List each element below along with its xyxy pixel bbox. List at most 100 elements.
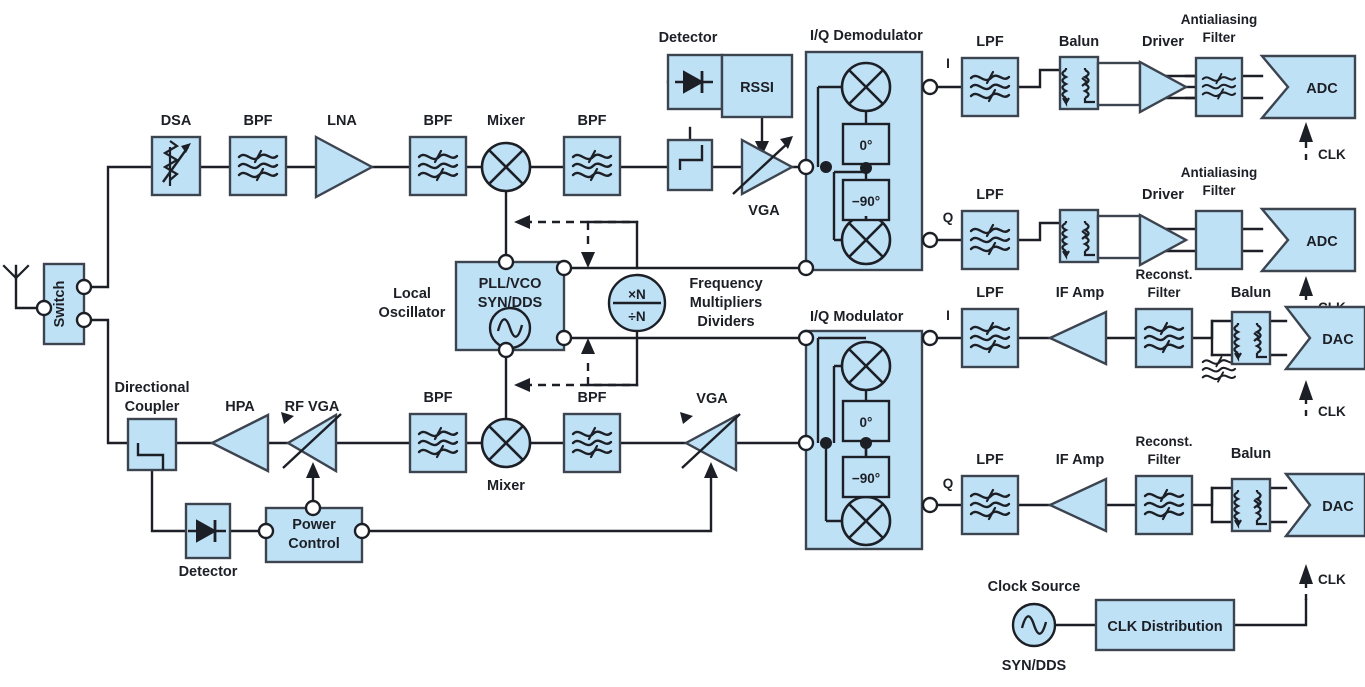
block-frequency-multiplier[interactable]: ×N ÷N xyxy=(607,273,667,333)
iq-modulator-label: I/Q Modulator xyxy=(810,309,904,325)
block-clock-source[interactable] xyxy=(1011,602,1057,648)
block-if-amp-q[interactable] xyxy=(1047,477,1108,533)
if-amp-i-label: IF Amp xyxy=(1056,285,1105,301)
block-dsa[interactable] xyxy=(150,135,202,197)
detector-tx-label: Detector xyxy=(179,564,238,580)
demod-lo-port xyxy=(797,259,815,277)
phase-0-label: 0° xyxy=(860,138,873,153)
block-if-amp-i[interactable] xyxy=(1047,310,1108,366)
pll-vco-label: PLL/VCO xyxy=(479,276,542,292)
detector-rx-label: Detector xyxy=(659,30,718,46)
lo-port-tx xyxy=(555,329,573,347)
block-adc-q[interactable]: ADC xyxy=(1259,207,1357,273)
block-rssi[interactable]: RSSI xyxy=(720,53,794,119)
block-detector-tx[interactable] xyxy=(184,502,232,560)
mod-i-port xyxy=(921,329,939,347)
block-pll-vco[interactable]: PLL/VCO SYN/DDS xyxy=(454,260,566,352)
block-mixer-rx[interactable] xyxy=(480,141,532,193)
block-dac-i[interactable]: DAC xyxy=(1283,305,1365,371)
reconst-q-label-1: Reconst. xyxy=(1135,434,1192,449)
driver-q-label: Driver xyxy=(1142,187,1184,203)
multiplier-times-n-label: ×N xyxy=(628,287,646,302)
reconst-i-label-2: Filter xyxy=(1147,285,1181,300)
reconst-q-label-2: Filter xyxy=(1147,452,1181,467)
block-clk-distribution[interactable]: CLK Distribution xyxy=(1094,598,1236,652)
rssi-label: RSSI xyxy=(740,80,774,96)
demod-rf-port xyxy=(797,158,815,176)
lpf-tx-i-label: LPF xyxy=(976,285,1004,301)
clock-source-label: Clock Source xyxy=(988,579,1081,595)
bpf-tx2-label: BPF xyxy=(578,390,607,406)
demod-q-port xyxy=(921,231,939,249)
demod-port-i-label: I xyxy=(946,56,950,71)
block-bpf-tx1[interactable] xyxy=(408,412,468,474)
dac-q-label: DAC xyxy=(1322,499,1354,515)
block-rx-coupler[interactable] xyxy=(666,138,714,192)
block-balun-rx-i[interactable] xyxy=(1058,55,1142,111)
block-lna[interactable] xyxy=(314,134,375,200)
switch-port-tx xyxy=(75,311,93,329)
lo-port-bottom xyxy=(497,341,515,359)
demod-phase-node xyxy=(860,162,872,174)
block-lpf-tx-i[interactable] xyxy=(960,307,1020,369)
diagram-canvas: Switch DSA BPF LNA BPF Mixer BPF Detecto… xyxy=(2,12,1365,674)
clk-dac-i-label: CLK xyxy=(1318,404,1346,419)
mixer-q-icon xyxy=(840,495,892,547)
block-lpf-tx-q[interactable] xyxy=(960,474,1020,536)
mod-lo-node xyxy=(820,437,832,449)
demod-lo-node xyxy=(820,161,832,173)
power-control-in-port xyxy=(257,522,275,540)
block-driver-i[interactable] xyxy=(1138,59,1189,115)
block-balun-tx-i[interactable] xyxy=(1230,310,1272,366)
block-directional-coupler[interactable] xyxy=(126,417,178,472)
mixer-i-icon xyxy=(840,61,892,113)
power-control-label-1: Power xyxy=(292,517,336,533)
block-driver-q[interactable] xyxy=(1138,212,1189,268)
iq-demodulator-label: I/Q Demodulator xyxy=(810,28,923,44)
block-reconst-filter-i[interactable] xyxy=(1134,307,1194,369)
switch-port-common xyxy=(35,299,53,317)
freq-mult-label-2: Multipliers xyxy=(690,295,763,311)
block-hpa[interactable] xyxy=(209,413,270,473)
hpa-label: HPA xyxy=(225,399,255,415)
mod-port-q-label: Q xyxy=(943,476,954,491)
reconst-i-label-1: Reconst. xyxy=(1135,267,1192,282)
mod-rf-port xyxy=(797,434,815,452)
block-lpf-rx-i[interactable] xyxy=(960,56,1020,118)
block-detector-rx[interactable] xyxy=(666,53,724,111)
demod-port-q-label: Q xyxy=(943,210,954,225)
block-mixer-tx[interactable] xyxy=(480,417,532,469)
block-balun-tx-q[interactable] xyxy=(1230,477,1272,533)
directional-coupler-label-1: Directional xyxy=(115,380,190,396)
balun-tx-i-label: Balun xyxy=(1231,285,1271,301)
multiplier-div-n-label: ÷N xyxy=(628,309,645,324)
block-adc-i[interactable]: ADC xyxy=(1259,54,1357,120)
bpf-rx2-label: BPF xyxy=(424,113,453,129)
clk-adc-i-label: CLK xyxy=(1318,147,1346,162)
block-dac-q[interactable]: DAC xyxy=(1283,472,1365,538)
block-bpf-rx1[interactable] xyxy=(228,135,288,197)
block-bpf-rx3[interactable] xyxy=(562,135,622,197)
lpf-tx-q-label: LPF xyxy=(976,452,1004,468)
block-iq-demodulator[interactable]: 0° −90° xyxy=(804,50,924,272)
block-rf-vga[interactable] xyxy=(281,412,342,474)
mod-port-i-label: I xyxy=(946,308,950,323)
block-balun-rx-q[interactable] xyxy=(1058,208,1142,264)
phase-minus90-label: −90° xyxy=(852,194,880,209)
block-vga-tx[interactable] xyxy=(680,412,741,473)
local-oscillator-label-2: Oscillator xyxy=(379,305,446,321)
clock-syn-dds-label: SYN/DDS xyxy=(1002,658,1067,674)
bpf-tx1-label: BPF xyxy=(424,390,453,406)
block-reconst-filter-q[interactable] xyxy=(1134,474,1194,536)
block-bpf-tx2[interactable] xyxy=(562,412,622,474)
power-control-top-port xyxy=(304,499,322,517)
rf-vga-label: RF VGA xyxy=(285,399,340,415)
dsa-label: DSA xyxy=(161,113,192,129)
local-oscillator-label-1: Local xyxy=(393,286,431,302)
lpf-rx-q-label: LPF xyxy=(976,187,1004,203)
filter-icon xyxy=(1201,355,1237,383)
block-bpf-rx2[interactable] xyxy=(408,135,468,197)
block-antialiasing-i[interactable] xyxy=(1194,56,1244,118)
vga-rx-label: VGA xyxy=(748,203,780,219)
block-lpf-rx-q[interactable] xyxy=(960,209,1020,271)
